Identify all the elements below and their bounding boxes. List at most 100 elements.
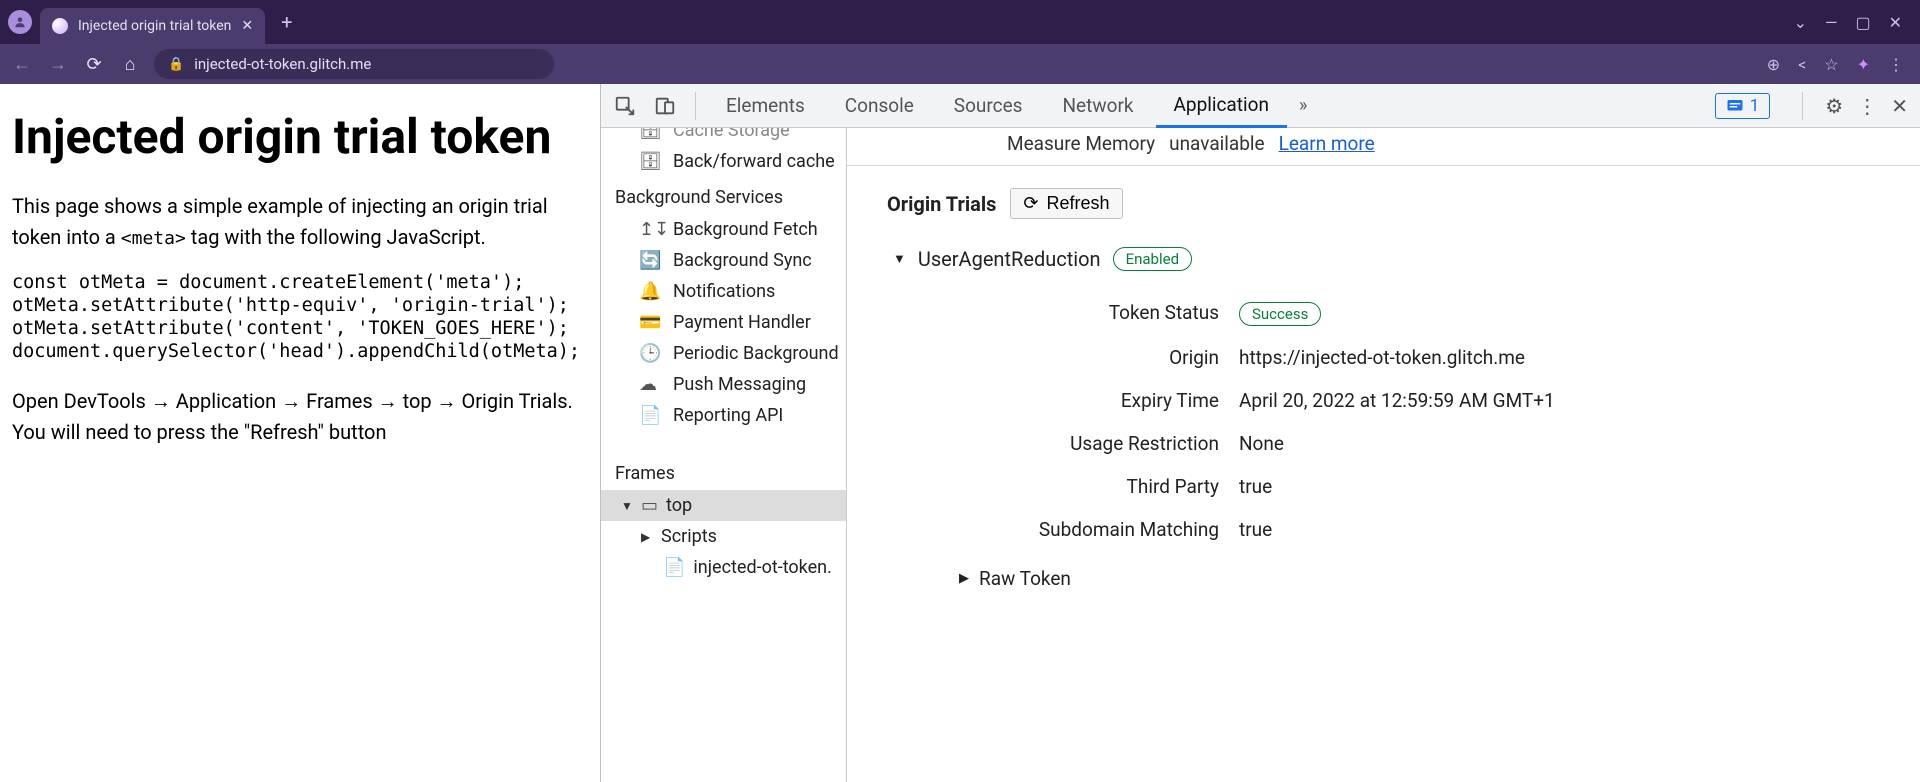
minimize-button[interactable]: — (1825, 13, 1838, 32)
sidebar-item-label: Periodic Background (673, 343, 839, 364)
reload-button[interactable]: ⟳ (82, 54, 106, 75)
disclosure-triangle-icon[interactable]: ▶ (959, 571, 969, 586)
rendered-page: Injected origin trial token This page sh… (0, 84, 600, 782)
frame-document[interactable]: 📄 injected-ot-token. (601, 552, 846, 583)
database-icon: 🗄 (639, 128, 661, 141)
tab-application[interactable]: Application (1156, 84, 1287, 128)
share-icon[interactable]: < (1798, 55, 1806, 74)
inspect-element-button[interactable] (607, 88, 643, 124)
tab-console[interactable]: Console (827, 84, 932, 128)
origin-trials-header: Origin Trials ⟳ Refresh (847, 166, 1920, 229)
measure-memory-row: Measure Memory unavailable Learn more (847, 128, 1920, 166)
sidebar-item-payment-handler[interactable]: 💳Payment Handler (601, 307, 846, 338)
frame-scripts[interactable]: ▶ Scripts (601, 521, 846, 552)
tab-search-icon[interactable]: ⌄ (1794, 13, 1807, 32)
tab-close-button[interactable]: ✕ (241, 18, 253, 34)
new-tab-button[interactable]: + (273, 10, 300, 34)
learn-more-link[interactable]: Learn more (1279, 132, 1375, 155)
sync-icon: 🔄 (639, 250, 661, 271)
back-button: ← (10, 54, 34, 75)
tab-sources[interactable]: Sources (936, 84, 1041, 128)
maximize-button[interactable]: ▢ (1855, 13, 1870, 32)
origin-trials-title: Origin Trials (887, 192, 996, 216)
sidebar-heading-bg-services: Background Services (601, 177, 846, 214)
bell-icon: 🔔 (639, 281, 661, 302)
address-bar[interactable]: 🔒 injected-ot-token.glitch.me (154, 49, 554, 79)
application-main: Measure Memory unavailable Learn more Or… (847, 128, 1920, 782)
tab-elements[interactable]: Elements (708, 84, 823, 128)
disclosure-triangle-icon[interactable]: ▼ (893, 251, 906, 267)
profile-icon (13, 15, 27, 29)
frame-label: top (666, 495, 692, 516)
sidebar-item-label: Payment Handler (673, 312, 811, 333)
origin-value: https://injected-ot-token.glitch.me (1239, 346, 1920, 369)
devtools-panel: Elements Console Sources Network Applica… (600, 84, 1920, 782)
window-icon: ▭ (641, 495, 658, 516)
extensions-icon[interactable]: ✦ (1857, 55, 1870, 74)
trial-row[interactable]: ▼ UserAgentReduction Enabled (893, 247, 1920, 271)
tab-strip: Injected origin trial token ✕ + ⌄ — ▢ ✕ (0, 0, 1920, 44)
sidebar-item-bg-sync[interactable]: 🔄 Background Sync (601, 245, 846, 276)
home-button[interactable]: ⌂ (118, 54, 142, 75)
token-status-label: Token Status (939, 301, 1219, 326)
raw-token-label: Raw Token (979, 567, 1071, 590)
lock-icon: 🔒 (168, 57, 184, 72)
subdomain-matching-label: Subdomain Matching (939, 518, 1219, 541)
devtools-settings-button[interactable]: ⚙ (1825, 94, 1843, 118)
sidebar-item-label: Push Messaging (673, 374, 806, 395)
devtools-close-button[interactable]: ✕ (1891, 94, 1908, 118)
device-icon (654, 95, 676, 117)
content-area: Injected origin trial token This page sh… (0, 84, 1920, 782)
browser-menu-icon[interactable]: ⋮ (1888, 55, 1904, 74)
frame-top[interactable]: ▼ ▭ top (601, 490, 846, 521)
code-block: const otMeta = document.createElement('m… (12, 271, 588, 364)
zoom-icon[interactable]: ⊕ (1767, 55, 1780, 74)
sidebar-item-push-messaging[interactable]: ☁ Push Messaging (601, 369, 846, 400)
third-party-value: true (1239, 475, 1920, 498)
bookmark-icon[interactable]: ☆ (1824, 55, 1838, 74)
application-sidebar: 🗄 Cache Storage 🗄 Back/forward cache Bac… (601, 128, 847, 782)
sidebar-item-bg-fetch[interactable]: ↥↧Background Fetch (601, 214, 846, 245)
separator (695, 92, 696, 120)
issues-button[interactable]: 1 (1715, 93, 1771, 119)
tabs-overflow-button[interactable]: » (1291, 95, 1315, 116)
page-title: Injected origin trial token (12, 108, 588, 165)
database-icon: 🗄 (639, 151, 661, 172)
sidebar-item-label: Back/forward cache (673, 151, 835, 172)
device-toggle-button[interactable] (647, 88, 683, 124)
toolbar-actions: ⊕ < ☆ ✦ ⋮ (1767, 55, 1910, 74)
sidebar-item-label: Notifications (673, 281, 775, 302)
refresh-label: Refresh (1047, 193, 1110, 214)
browser-chrome: Injected origin trial token ✕ + ⌄ — ▢ ✕ … (0, 0, 1920, 84)
sidebar-item-label: Background Sync (673, 250, 812, 271)
disclosure-triangle-icon[interactable]: ▼ (621, 499, 633, 513)
usage-restriction-label: Usage Restriction (939, 432, 1219, 455)
tab-title: Injected origin trial token (78, 18, 231, 34)
tab-network[interactable]: Network (1044, 84, 1151, 128)
subdomain-matching-value: true (1239, 518, 1920, 541)
sidebar-item-bf-cache[interactable]: 🗄 Back/forward cache (601, 146, 846, 177)
raw-token-row[interactable]: ▶ Raw Token (893, 541, 1920, 590)
issues-icon (1726, 98, 1744, 114)
origin-label: Origin (939, 346, 1219, 369)
issues-count: 1 (1750, 96, 1760, 116)
profile-avatar[interactable] (8, 10, 32, 34)
disclosure-triangle-icon[interactable]: ▶ (641, 530, 653, 544)
close-window-button[interactable]: ✕ (1889, 13, 1902, 32)
success-badge: Success (1239, 302, 1321, 326)
trial-details-grid: Token Status Success Origin https://inje… (893, 271, 1920, 541)
intro-text-b: tag with the following JavaScript. (186, 225, 486, 249)
cloud-icon: ☁ (639, 374, 661, 395)
devtools-menu-button[interactable]: ⋮ (1857, 94, 1877, 118)
devtools-body: 🗄 Cache Storage 🗄 Back/forward cache Bac… (601, 128, 1920, 782)
sidebar-item-notifications[interactable]: 🔔 Notifications (601, 276, 846, 307)
sidebar-item-reporting-api[interactable]: 📄Reporting API (601, 400, 846, 431)
sidebar-item-label: Background Fetch (673, 219, 818, 240)
sidebar-item-cache-storage[interactable]: 🗄 Cache Storage (601, 128, 846, 146)
browser-tab[interactable]: Injected origin trial token ✕ (40, 8, 265, 44)
inline-code-meta: <meta> (121, 228, 186, 249)
frame-label: Scripts (661, 526, 717, 547)
refresh-icon: ⟳ (1023, 193, 1038, 214)
sidebar-item-periodic-bg[interactable]: 🕒Periodic Background (601, 338, 846, 369)
refresh-button[interactable]: ⟳ Refresh (1010, 188, 1122, 219)
